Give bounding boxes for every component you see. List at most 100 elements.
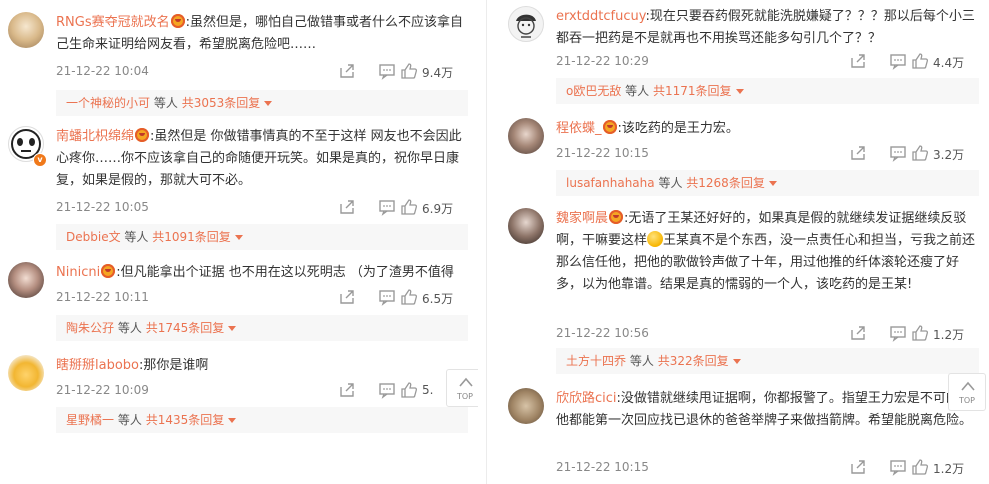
comment-meta: 21-12-22 10:15 3.2万	[556, 144, 979, 164]
reply-username[interactable]: 陶朱公孖	[66, 321, 114, 335]
comment-icon[interactable]	[889, 144, 907, 162]
comment-text: :但凡能拿出个证据 也不用在这以死明志 （为了渣男不值得	[116, 265, 454, 280]
reply-total[interactable]: 共1268条回复	[686, 176, 765, 190]
reply-total[interactable]: 共1435条回复	[146, 413, 225, 427]
comment-username[interactable]: erxtddtcfucuy	[556, 9, 645, 24]
comment-body: 程依蝶_:该吃药的是王力宏。	[556, 118, 979, 140]
share-icon[interactable]	[849, 324, 867, 342]
avatar[interactable]	[8, 12, 44, 48]
reply-label: 等人	[625, 84, 650, 98]
reply-label: 等人	[117, 321, 142, 335]
avatar[interactable]	[8, 355, 44, 391]
like-icon[interactable]	[911, 144, 929, 162]
comment-icon[interactable]	[889, 324, 907, 342]
reply-username[interactable]: o欧巴无敌	[566, 84, 621, 98]
comment-meta: 21-12-22 10:05 6.9万	[56, 198, 468, 218]
caret-down-icon[interactable]	[228, 418, 237, 423]
share-icon[interactable]	[849, 52, 867, 70]
comment-body: Ninicni :但凡能拿出个证据 也不用在这以死明志 （为了渣男不值得	[56, 262, 468, 284]
share-icon[interactable]	[338, 288, 356, 306]
comment-icon[interactable]	[889, 458, 907, 476]
comment-icon[interactable]	[378, 381, 396, 399]
reply-summary[interactable]: 星野橘一 等人 共1435条回复	[56, 407, 468, 433]
comment-username[interactable]: 欣欣路cici	[556, 391, 617, 406]
comment-time: 21-12-22 10:15	[556, 460, 649, 474]
caret-down-icon[interactable]	[768, 181, 777, 186]
like-count: 6.9万	[422, 202, 454, 216]
avatar[interactable]	[508, 6, 544, 42]
caret-down-icon[interactable]	[234, 235, 243, 240]
reply-total[interactable]: 共322条回复	[658, 354, 729, 368]
comment-username[interactable]: RNGs赛夺冠就改名	[56, 15, 170, 30]
share-icon[interactable]	[338, 381, 356, 399]
comment-text: :那你是谁啊	[139, 358, 209, 373]
like-count: 9.4万	[422, 66, 454, 80]
reply-summary[interactable]: o欧巴无敌 等人 共1171条回复	[556, 78, 979, 104]
comment-username[interactable]: Ninicni	[56, 265, 100, 280]
like-icon[interactable]	[400, 62, 418, 80]
caret-down-icon[interactable]	[228, 326, 237, 331]
reply-total[interactable]: 共1745条回复	[146, 321, 225, 335]
comment-time: 21-12-22 10:04	[56, 64, 149, 78]
comment-username[interactable]: 南蟠北枳绵绵	[56, 129, 134, 144]
avatar[interactable]	[508, 208, 544, 244]
like-icon[interactable]	[911, 324, 929, 342]
share-icon[interactable]	[338, 198, 356, 216]
arrow-up-icon	[961, 381, 975, 391]
like-count: 6.5万	[422, 292, 454, 306]
right-comment-column: erxtddtcfucuy:现在只要吞药假死就能洗脱嫌疑了？？？那以后每个小三都…	[500, 0, 989, 484]
reply-username[interactable]: 一个神秘的小可	[66, 96, 150, 110]
comment-username[interactable]: 程依蝶_	[556, 121, 602, 136]
reply-summary[interactable]: 土方十四乔 等人 共322条回复	[556, 348, 979, 374]
caret-down-icon[interactable]	[735, 89, 744, 94]
reply-username[interactable]: lusafanhahaha	[566, 176, 655, 190]
like-icon[interactable]	[911, 458, 929, 476]
sweat-smile-emoji-icon	[647, 231, 664, 247]
reply-username[interactable]: Debbie文	[66, 230, 121, 244]
share-icon[interactable]	[849, 458, 867, 476]
caret-down-icon[interactable]	[732, 359, 741, 364]
reply-label: 等人	[658, 176, 683, 190]
reply-total[interactable]: 共1171条回复	[653, 84, 732, 98]
comment-meta: 21-12-22 10:04 9.4万	[56, 62, 468, 82]
share-icon[interactable]	[338, 62, 356, 80]
back-to-top-label: TOP	[958, 396, 975, 405]
comment-username[interactable]: 瞎掰掰labobo	[56, 358, 139, 373]
comment-icon[interactable]	[378, 198, 396, 216]
reply-summary[interactable]: lusafanhahaha 等人 共1268条回复	[556, 170, 979, 196]
reply-username[interactable]: 土方十四乔	[566, 354, 626, 368]
like-icon[interactable]	[400, 288, 418, 306]
comment-body: 魏家啊晨:无语了王某还好好的，如果真是假的就继续发证据继续反驳啊，干嘛要这样 王某…	[556, 208, 979, 296]
caret-down-icon[interactable]	[264, 101, 273, 106]
comment-username[interactable]: 魏家啊晨	[556, 211, 608, 226]
back-to-top-button[interactable]: TOP	[446, 369, 478, 407]
reply-username[interactable]: 星野橘一	[66, 413, 114, 427]
like-icon[interactable]	[911, 52, 929, 70]
comment-time: 21-12-22 10:05	[56, 200, 149, 214]
reply-label: 等人	[117, 413, 142, 427]
comment-text: :没做错就继续甩证据啊，你都报警了。指望王力宏是不可的，他都能第一次回应找已退休…	[556, 391, 973, 428]
reply-total[interactable]: 共3053条回复	[182, 96, 261, 110]
reply-summary[interactable]: Debbie文 等人 共1091条回复	[56, 224, 468, 250]
comment-time: 21-12-22 10:56	[556, 326, 649, 340]
reply-summary[interactable]: 陶朱公孖 等人 共1745条回复	[56, 315, 468, 341]
comment-icon[interactable]	[378, 288, 396, 306]
back-to-top-button[interactable]: TOP	[948, 373, 986, 411]
reply-summary[interactable]: 一个神秘的小可 等人 共3053条回复	[56, 90, 468, 116]
avatar[interactable]	[508, 118, 544, 154]
like-icon[interactable]	[400, 198, 418, 216]
reply-total[interactable]: 共1091条回复	[152, 230, 231, 244]
like-count: 3.2万	[933, 148, 965, 162]
fan-medal-icon	[609, 210, 624, 224]
avatar[interactable]	[508, 388, 544, 424]
comment-time: 21-12-22 10:11	[56, 290, 149, 304]
arrow-up-icon	[459, 377, 473, 387]
comment-body: 欣欣路cici:没做错就继续甩证据啊，你都报警了。指望王力宏是不可的，他都能第一…	[556, 388, 979, 432]
share-icon[interactable]	[849, 144, 867, 162]
comment-icon[interactable]	[378, 62, 396, 80]
avatar[interactable]	[8, 262, 44, 298]
like-icon[interactable]	[400, 381, 418, 399]
comment-icon[interactable]	[889, 52, 907, 70]
fan-medal-icon	[170, 14, 185, 28]
comment-meta: 21-12-22 10:11 6.5万	[56, 288, 468, 308]
